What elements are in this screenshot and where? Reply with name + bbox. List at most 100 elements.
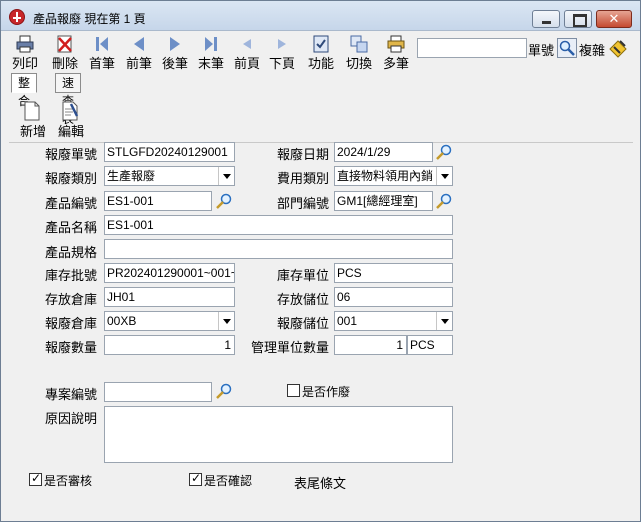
warehouse-label: 存放倉庫	[44, 292, 97, 307]
product-name-label: 產品名稱	[44, 220, 97, 235]
expense-type-label: 費用類別	[276, 171, 329, 186]
is-void-label: 是否作廢	[302, 385, 351, 399]
chevron-down-icon[interactable]	[218, 167, 234, 185]
title-bar[interactable]: 產品報廢 現在第 1 頁 ✕	[1, 1, 640, 31]
is-confirmed-checkbox[interactable]	[189, 471, 202, 486]
first-record-icon	[96, 37, 108, 51]
print-label: 列印	[11, 56, 38, 71]
product-spec-field[interactable]	[104, 239, 453, 259]
is-reviewed-checkbox[interactable]	[29, 471, 42, 486]
search-button[interactable]	[557, 38, 577, 58]
scrap-no-label: 報廢單號	[44, 147, 97, 162]
window-title: 產品報廢 現在第 1 頁	[33, 12, 146, 26]
search-label: 單號	[528, 43, 555, 58]
last-record-button[interactable]: 末筆	[193, 33, 229, 73]
close-button[interactable]: ✕	[596, 10, 632, 28]
product-code-field[interactable]: ES1-001	[104, 191, 212, 211]
is-void-checkbox[interactable]	[287, 384, 300, 397]
scrap-warehouse-label: 報廢倉庫	[44, 316, 97, 331]
project-no-label: 專案編號	[44, 387, 97, 402]
mgmt-unit-field[interactable]: PCS	[407, 335, 453, 355]
scrap-date-field[interactable]: 2024/1/29	[334, 142, 433, 162]
delete-button[interactable]: 刪除	[47, 33, 83, 73]
edit-label: 編輯	[57, 124, 84, 139]
chevron-down-icon[interactable]	[218, 312, 234, 330]
delete-icon	[57, 35, 72, 53]
is-confirmed-label: 是否確認	[204, 474, 253, 488]
function-button[interactable]: 功能	[303, 33, 339, 73]
next-page-button[interactable]: 下頁	[264, 33, 300, 73]
chevron-down-icon[interactable]	[436, 312, 452, 330]
stock-unit-label: 庫存單位	[276, 268, 329, 283]
scrap-type-select[interactable]: 生產報廢	[104, 166, 235, 186]
function-icon	[313, 35, 329, 53]
close-icon: ✕	[608, 11, 620, 26]
scrap-warehouse-select[interactable]: 00XB	[104, 311, 235, 331]
dept-code-field[interactable]: GM1[總經理室]	[334, 191, 433, 211]
stock-unit-field[interactable]: PCS	[334, 263, 453, 283]
minimize-button[interactable]	[532, 10, 560, 28]
product-spec-label: 產品規格	[44, 245, 97, 260]
mgmt-qty-label: 管理單位數量	[250, 340, 329, 355]
copy-label: 複雜	[579, 43, 606, 58]
product-code-label: 產品編號	[44, 196, 97, 211]
new-button[interactable]: 新增	[15, 101, 49, 139]
new-label: 新增	[19, 124, 46, 139]
chevron-down-icon[interactable]	[436, 167, 452, 185]
previous-record-button[interactable]: 前筆	[121, 33, 157, 73]
scrap-no-field[interactable]: STLGFD20240129001	[104, 142, 235, 162]
copy-icon[interactable]	[607, 37, 629, 59]
scrap-location-value: 001	[337, 314, 358, 328]
edit-button[interactable]: 編輯	[53, 101, 87, 139]
scrap-qty-field[interactable]: 1	[104, 335, 235, 355]
project-lookup-icon[interactable]	[215, 382, 233, 400]
switch-icon	[350, 35, 368, 53]
next-page-label: 下頁	[268, 56, 295, 71]
tab-integrated[interactable]: 整合	[11, 73, 38, 108]
first-record-button[interactable]: 首筆	[84, 33, 120, 73]
project-no-field[interactable]	[104, 382, 212, 402]
maximize-button[interactable]	[564, 10, 592, 28]
dept-lookup-icon[interactable]	[435, 192, 453, 210]
divider	[9, 142, 633, 143]
product-name-field[interactable]: ES1-001	[104, 215, 453, 235]
scrap-type-label: 報廢類別	[44, 171, 97, 186]
tab-quick-lookup[interactable]: 速查表	[55, 73, 82, 126]
location-label: 存放儲位	[276, 292, 329, 307]
scrap-qty-label: 報廢數量	[44, 340, 97, 355]
location-field[interactable]: 06	[334, 287, 453, 307]
next-record-button[interactable]: 後筆	[157, 33, 193, 73]
last-record-icon	[205, 37, 217, 51]
print-button[interactable]: 列印	[7, 33, 43, 73]
scrap-location-label: 報廢儲位	[276, 316, 329, 331]
printer-icon	[16, 35, 34, 53]
warehouse-field[interactable]: JH01	[104, 287, 235, 307]
search-icon	[559, 40, 575, 56]
multi-record-icon	[387, 35, 405, 53]
main-window: 產品報廢 現在第 1 頁 ✕ 列印 刪除 首筆 前筆 後筆 末筆 前頁 下頁 功…	[0, 0, 641, 522]
app-icon	[9, 9, 25, 25]
expense-type-value: 直接物料領用內銷	[337, 169, 434, 183]
next-page-icon	[278, 39, 286, 49]
next-record-icon	[170, 37, 180, 51]
edit-document-icon	[62, 101, 79, 121]
reason-textarea[interactable]	[104, 406, 453, 463]
batch-no-field[interactable]: PR202401290001~001~00	[104, 263, 235, 283]
mgmt-qty-field[interactable]: 1	[334, 335, 407, 355]
previous-record-icon	[134, 37, 144, 51]
scrap-type-value: 生產報廢	[107, 169, 156, 183]
product-lookup-icon[interactable]	[215, 192, 233, 210]
date-picker-icon[interactable]	[435, 143, 453, 161]
scrap-warehouse-value: 00XB	[107, 314, 137, 328]
scrap-location-select[interactable]: 001	[334, 311, 453, 331]
dept-code-label: 部門編號	[276, 196, 329, 211]
scrap-date-label: 報廢日期	[276, 147, 329, 162]
is-reviewed-label: 是否審核	[44, 474, 93, 488]
new-document-icon	[24, 101, 40, 121]
footer-text: 表尾條文	[294, 476, 347, 491]
switch-button[interactable]: 切換	[341, 33, 377, 73]
expense-type-select[interactable]: 直接物料領用內銷	[334, 166, 453, 186]
reason-label: 原因說明	[44, 411, 97, 426]
search-input[interactable]	[417, 38, 527, 58]
multi-record-button[interactable]: 多筆	[378, 33, 414, 73]
